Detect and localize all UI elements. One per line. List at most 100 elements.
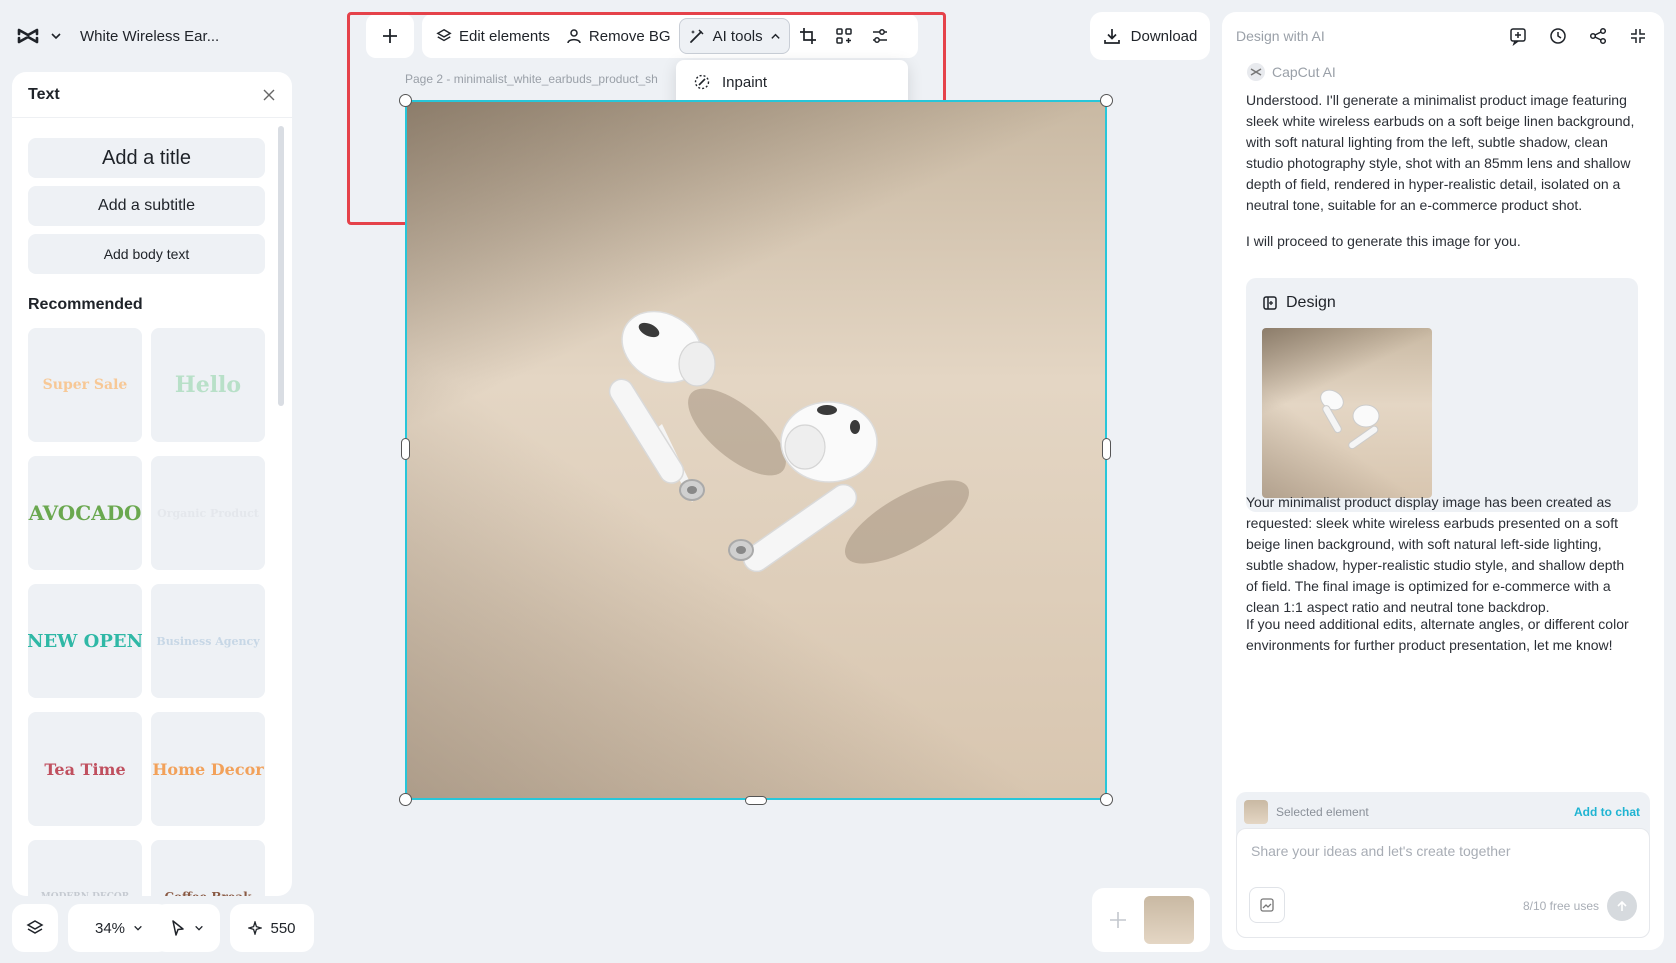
plus-icon <box>381 27 399 45</box>
selected-element-row: Selected element Add to chat <box>1244 800 1640 824</box>
author-name: CapCut AI <box>1272 64 1336 80</box>
text-template-tile[interactable]: MODERN DECOR <box>28 840 142 896</box>
image-toolbar: Edit elements Remove BG AI tools <box>422 14 918 58</box>
text-template-label: Business Agency <box>156 634 260 648</box>
capcut-avatar-icon <box>1246 62 1266 82</box>
send-button[interactable] <box>1607 891 1637 921</box>
sliders-icon <box>871 27 889 45</box>
text-template-label: MODERN DECOR <box>41 892 129 896</box>
resize-handle-top-right[interactable] <box>1100 94 1113 107</box>
page-thumbnail[interactable] <box>1144 896 1194 944</box>
capcut-logo-icon[interactable] <box>16 26 40 46</box>
resize-handle-right[interactable] <box>1102 438 1111 460</box>
close-icon[interactable] <box>262 88 276 102</box>
text-template-tile[interactable]: Super Sale <box>28 328 142 442</box>
text-template-label: NEW OPEN <box>28 630 142 652</box>
resize-handle-left[interactable] <box>401 438 410 460</box>
download-button[interactable]: Download <box>1090 12 1210 60</box>
free-uses-counter: 8/10 free uses <box>1522 899 1599 913</box>
ai-message-text: Your minimalist product display image ha… <box>1246 494 1625 615</box>
add-title-button[interactable]: Add a title <box>28 138 265 178</box>
download-icon <box>1103 27 1121 45</box>
new-chat-icon[interactable] <box>1506 24 1530 48</box>
text-template-label: Coffee Break <box>164 890 251 896</box>
chat-composer: Selected element Add to chat 8/10 free u… <box>1236 792 1650 938</box>
design-result-card[interactable]: Design <box>1246 278 1638 512</box>
ai-author: CapCut AI <box>1246 62 1336 82</box>
text-template-tile[interactable]: NEW OPEN <box>28 584 142 698</box>
chevron-up-icon <box>770 31 781 42</box>
recommended-heading: Recommended <box>28 296 143 313</box>
zoom-value: 34% <box>94 919 126 937</box>
selected-element-thumbnail <box>1244 800 1268 824</box>
smart-select-button[interactable] <box>826 18 862 54</box>
remove-bg-button[interactable]: Remove BG <box>558 18 679 54</box>
pages-strip <box>1092 888 1210 952</box>
design-label-text: Design <box>1286 294 1336 311</box>
app-header: White Wireless Ear... <box>16 20 219 52</box>
add-button[interactable] <box>366 14 414 58</box>
text-template-tile[interactable]: Home Decor <box>151 712 265 826</box>
text-template-tile[interactable]: Business Agency <box>151 584 265 698</box>
panel-title: Text <box>28 85 60 103</box>
panel-title: Design with AI <box>1236 28 1325 44</box>
history-icon[interactable] <box>1546 24 1570 48</box>
chat-input-area: 8/10 free uses <box>1236 828 1650 938</box>
resize-handle-bottom-left[interactable] <box>399 793 412 806</box>
layers-button[interactable] <box>12 904 58 952</box>
chevron-down-icon <box>194 923 204 933</box>
text-template-label: AVOCADO <box>28 501 142 525</box>
remove-bg-label: Remove BG <box>588 27 671 45</box>
ai-tools-button[interactable]: AI tools <box>678 18 790 54</box>
credits-button[interactable]: 550 <box>230 904 314 952</box>
download-label: Download <box>1130 27 1198 45</box>
text-template-label: Super Sale <box>42 377 128 393</box>
text-template-label: Tea Time <box>44 759 126 779</box>
add-to-chat-link[interactable]: Add to chat <box>1574 805 1640 819</box>
arrow-up-icon <box>1615 899 1629 913</box>
ai-menu-item-inpaint[interactable]: Inpaint <box>676 64 908 100</box>
layers-icon <box>436 28 452 44</box>
resize-handle-bottom[interactable] <box>745 796 767 805</box>
scan-icon <box>835 27 853 45</box>
edit-elements-label: Edit elements <box>459 27 550 45</box>
design-with-ai-panel: Design with AI CapCut AI Understood. I'l… <box>1222 12 1664 950</box>
text-template-tile[interactable]: Organic Product <box>151 456 265 570</box>
ai-tools-label: AI tools <box>712 27 763 45</box>
chevron-down-icon[interactable] <box>50 30 62 42</box>
magic-wand-icon <box>688 27 706 45</box>
panel-header: Text <box>12 72 292 118</box>
panel-scrollbar[interactable] <box>278 126 284 406</box>
text-template-tile[interactable]: Hello <box>151 328 265 442</box>
pointer-tool-button[interactable] <box>154 904 220 952</box>
inpaint-icon <box>692 73 712 91</box>
credits-value: 550 <box>270 919 296 937</box>
add-subtitle-button[interactable]: Add a subtitle <box>28 186 265 226</box>
text-template-tile[interactable]: AVOCADO <box>28 456 142 570</box>
crop-button[interactable] <box>790 18 826 54</box>
person-icon <box>566 28 582 44</box>
design-canvas[interactable] <box>405 100 1107 800</box>
plus-icon <box>1107 909 1129 931</box>
chevron-down-icon <box>133 923 143 933</box>
design-icon <box>1262 295 1278 311</box>
panel-actions <box>1506 24 1650 48</box>
project-name[interactable]: White Wireless Ear... <box>80 28 219 45</box>
resize-handle-bottom-right[interactable] <box>1100 793 1113 806</box>
design-thumbnail[interactable] <box>1262 328 1432 498</box>
add-body-text-button[interactable]: Add body text <box>28 234 265 274</box>
add-page-button[interactable] <box>1100 900 1136 940</box>
layers-icon <box>26 919 44 937</box>
collapse-icon[interactable] <box>1626 24 1650 48</box>
chat-input[interactable] <box>1251 843 1631 859</box>
image-upload-icon <box>1259 897 1275 913</box>
image-upload-button[interactable] <box>1249 887 1285 923</box>
ai-message-text: If you need additional edits, alternate … <box>1246 616 1629 653</box>
text-panel: Text Add a title Add a subtitle Add body… <box>12 72 292 896</box>
text-template-tile[interactable]: Tea Time <box>28 712 142 826</box>
edit-elements-button[interactable]: Edit elements <box>428 18 558 54</box>
text-template-tile[interactable]: Coffee Break <box>151 840 265 896</box>
resize-handle-top-left[interactable] <box>399 94 412 107</box>
adjust-button[interactable] <box>862 18 898 54</box>
share-icon[interactable] <box>1586 24 1610 48</box>
